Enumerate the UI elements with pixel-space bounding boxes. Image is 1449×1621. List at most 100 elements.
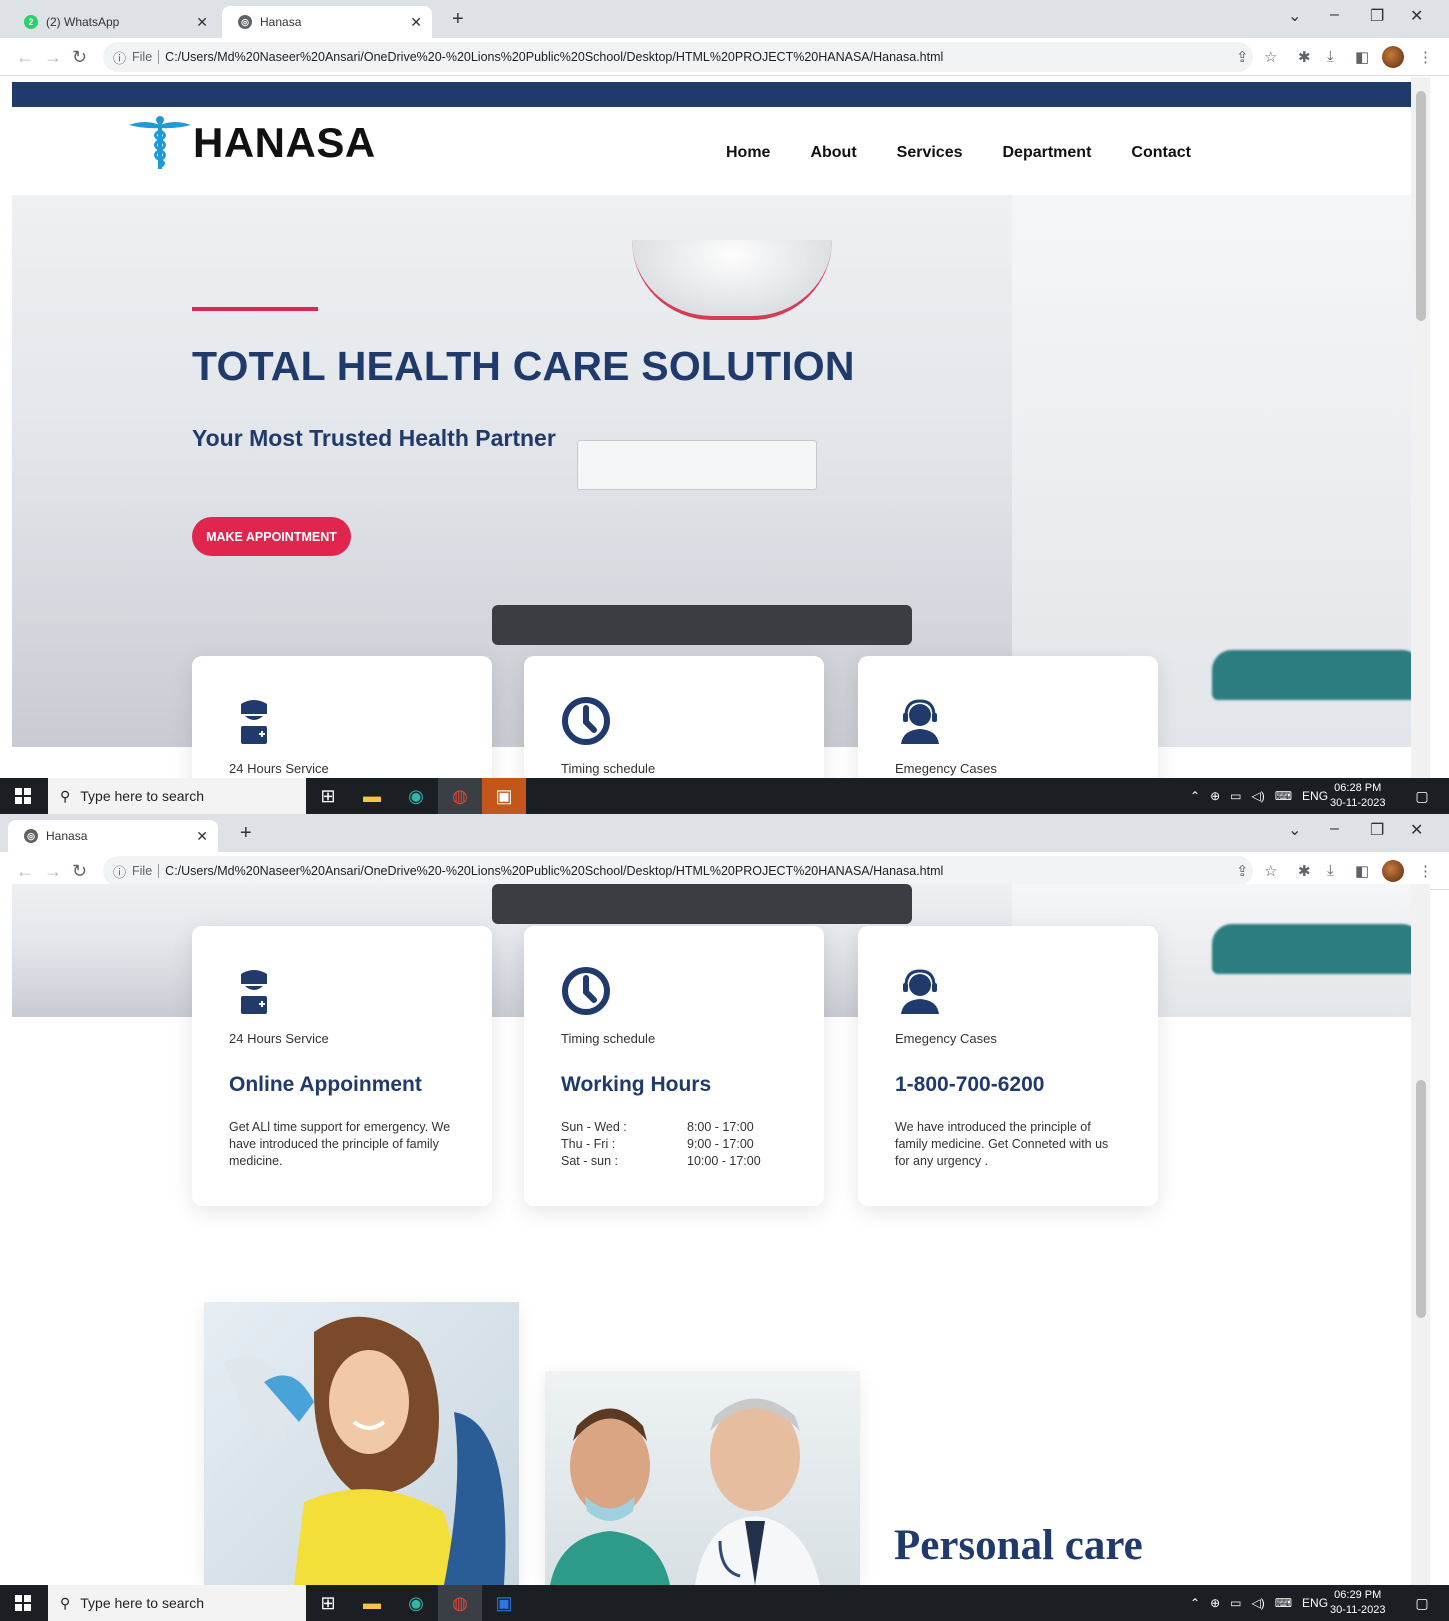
page-scrollbar[interactable] [1411, 77, 1430, 778]
caduceus-icon [129, 116, 191, 169]
extensions-icon[interactable]: ✱ [1298, 862, 1311, 880]
chrome-icon[interactable]: ◍ [438, 1585, 482, 1621]
profile-avatar[interactable] [1382, 860, 1404, 882]
network-icon[interactable]: ⊕ [1210, 1596, 1220, 1610]
card-tag: Emegency Cases [895, 761, 997, 776]
surgical-lamp-image [632, 240, 832, 320]
hours-table: Sun - Wed : 8:00 - 17:00 Thu - Fri : 9:00 … [561, 1119, 761, 1170]
tab-hanasa[interactable]: ◎ Hanasa ✕ [8, 820, 218, 852]
edge-icon[interactable]: ◉ [394, 778, 438, 814]
chevron-up-icon[interactable]: ⌃ [1190, 1596, 1200, 1610]
tab-search-icon[interactable]: ⌄ [1288, 820, 1301, 840]
nav-department[interactable]: Department [1003, 144, 1092, 162]
edge-icon[interactable]: ◉ [394, 1585, 438, 1621]
operating-bed-image [492, 605, 912, 645]
scroll-thumb[interactable] [1416, 91, 1426, 321]
url-text: C:/Users/Md%20Naseer%20Ansari/OneDrive%2… [165, 864, 944, 878]
clock-icon [561, 696, 611, 746]
file-explorer-icon[interactable]: ▬ [350, 1585, 394, 1621]
profile-avatar[interactable] [1382, 46, 1404, 68]
card-tag: Timing schedule [561, 1031, 656, 1046]
screenshot-top: 2 (2) WhatsApp ✕ ◎ Hanasa ✕ + ⌄ – ❐ ✕ ← … [0, 0, 1449, 814]
menu-icon[interactable]: ⋮ [1418, 862, 1433, 880]
tab-search-icon[interactable]: ⌄ [1288, 6, 1301, 26]
word-app-icon[interactable]: ▣ [482, 778, 526, 814]
minimize-button[interactable]: – [1330, 6, 1339, 24]
hours-time: 8:00 - 17:00 [687, 1120, 754, 1134]
reload-icon[interactable]: ↻ [72, 47, 87, 68]
card-tag: 24 Hours Service [229, 1031, 329, 1046]
nav-services[interactable]: Services [897, 144, 963, 162]
info-icon[interactable]: ⓘ [113, 48, 126, 67]
notifications-icon[interactable]: ▢ [1400, 1585, 1444, 1621]
close-icon[interactable]: ✕ [196, 828, 208, 845]
screenshot-bottom: ◎ Hanasa ✕ + ⌄ – ❐ ✕ ← → ↻ ⓘ File C:/Use… [0, 814, 1449, 1621]
doctor-icon [229, 966, 279, 1016]
language-indicator[interactable]: ENG [1302, 1596, 1328, 1610]
keyboard-icon[interactable]: ⌨ [1275, 1596, 1292, 1610]
battery-icon[interactable]: ▭ [1230, 1596, 1241, 1610]
forward-icon[interactable]: → [44, 47, 62, 68]
notifications-icon[interactable]: ▢ [1400, 778, 1444, 814]
extensions-icon[interactable]: ✱ [1298, 48, 1311, 66]
chevron-up-icon[interactable]: ⌃ [1190, 789, 1200, 803]
taskbar-search[interactable]: ⚲ Type here to search [48, 778, 306, 814]
windows-start-icon[interactable] [0, 778, 46, 814]
bookmark-star-icon[interactable]: ☆ [1264, 862, 1277, 880]
forward-icon[interactable]: → [44, 861, 62, 882]
tab-strip: 2 (2) WhatsApp ✕ ◎ Hanasa ✕ + ⌄ – ❐ ✕ [0, 0, 1449, 38]
taskbar-clock[interactable]: 06:28 PM 30-11-2023 [1330, 781, 1385, 811]
make-appointment-button[interactable]: MAKE APPOINTMENT [192, 517, 351, 556]
chrome-icon[interactable]: ◍ [438, 778, 482, 814]
site-logo[interactable]: HANASA [127, 115, 376, 171]
side-panel-icon[interactable]: ◧ [1355, 862, 1369, 880]
taskbar-clock[interactable]: 06:29 PM 30-11-2023 [1330, 1588, 1385, 1618]
share-icon[interactable]: ⇪ [1236, 862, 1249, 880]
task-view-icon[interactable]: ⊞ [306, 1585, 350, 1621]
back-icon[interactable]: ← [16, 47, 34, 68]
restore-button[interactable]: ❐ [1370, 820, 1384, 840]
windows-start-icon[interactable] [0, 1585, 46, 1621]
bookmark-star-icon[interactable]: ☆ [1264, 48, 1277, 66]
restore-button[interactable]: ❐ [1370, 6, 1384, 26]
side-panel-icon[interactable]: ◧ [1355, 48, 1369, 66]
nav-about[interactable]: About [810, 144, 856, 162]
network-icon[interactable]: ⊕ [1210, 789, 1220, 803]
tab-whatsapp[interactable]: 2 (2) WhatsApp ✕ [8, 6, 218, 38]
search-placeholder: Type here to search [80, 1595, 205, 1611]
task-view-icon[interactable]: ⊞ [306, 778, 350, 814]
url-field[interactable]: ⓘ File C:/Users/Md%20Naseer%20Ansari/One… [103, 856, 1253, 886]
close-icon[interactable]: ✕ [410, 14, 422, 31]
tab-hanasa[interactable]: ◎ Hanasa ✕ [222, 6, 432, 38]
download-icon[interactable]: ⤓ [1327, 862, 1334, 879]
share-icon[interactable]: ⇪ [1236, 48, 1249, 66]
reload-icon[interactable]: ↻ [72, 861, 87, 882]
page-scrollbar[interactable] [1411, 884, 1430, 1585]
close-icon[interactable]: ✕ [196, 14, 208, 31]
keyboard-icon[interactable]: ⌨ [1275, 789, 1292, 803]
address-bar: ← → ↻ ⓘ File C:/Users/Md%20Naseer%20Ansa… [0, 38, 1449, 76]
word-app-icon[interactable]: ▣ [482, 1585, 526, 1621]
info-icon[interactable]: ⓘ [113, 862, 126, 881]
scroll-thumb[interactable] [1416, 1080, 1426, 1318]
file-explorer-icon[interactable]: ▬ [350, 778, 394, 814]
menu-icon[interactable]: ⋮ [1418, 48, 1433, 66]
clock-date: 30-11-2023 [1330, 797, 1386, 809]
language-indicator[interactable]: ENG [1302, 789, 1328, 803]
new-tab-button[interactable]: + [240, 822, 252, 845]
card-title: 1-800-700-6200 [895, 1073, 1045, 1096]
minimize-button[interactable]: – [1330, 820, 1339, 838]
url-field[interactable]: ⓘ File C:/Users/Md%20Naseer%20Ansari/One… [103, 42, 1253, 72]
close-window-button[interactable]: ✕ [1410, 6, 1423, 26]
nav-contact[interactable]: Contact [1131, 144, 1191, 162]
close-window-button[interactable]: ✕ [1410, 820, 1423, 840]
back-icon[interactable]: ← [16, 861, 34, 882]
download-icon[interactable]: ⤓ [1327, 48, 1334, 65]
top-strip [12, 82, 1420, 107]
battery-icon[interactable]: ▭ [1230, 789, 1241, 803]
taskbar-search[interactable]: ⚲ Type here to search [48, 1585, 306, 1621]
new-tab-button[interactable]: + [452, 8, 464, 31]
volume-icon[interactable]: ◁) [1251, 789, 1264, 803]
nav-home[interactable]: Home [726, 144, 770, 162]
volume-icon[interactable]: ◁) [1251, 1596, 1264, 1610]
